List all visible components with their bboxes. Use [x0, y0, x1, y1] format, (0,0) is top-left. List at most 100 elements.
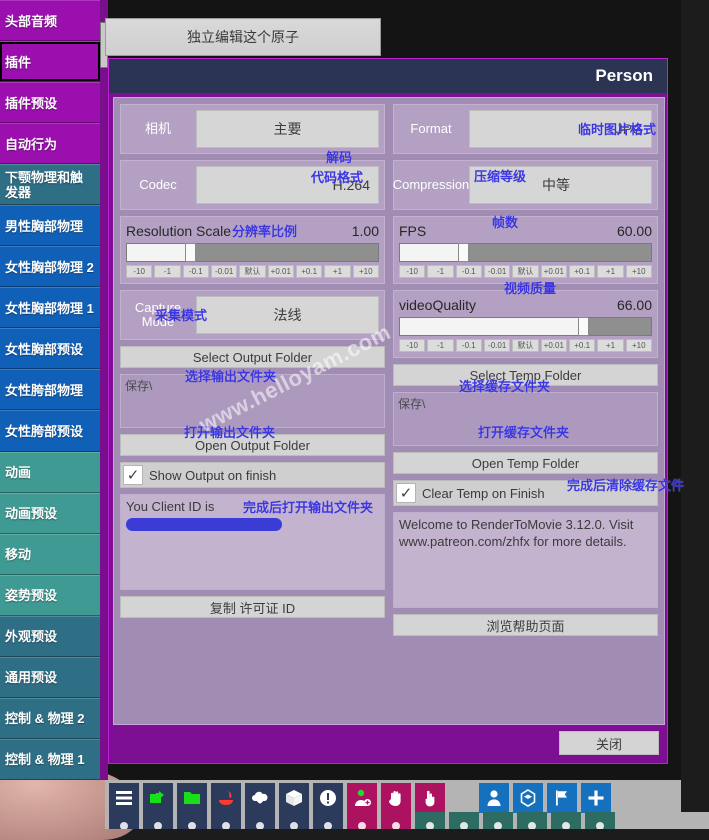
anchor-icon[interactable] — [109, 812, 139, 829]
cloud-download-icon[interactable] — [245, 783, 275, 813]
output-path-field[interactable]: 保存\ — [120, 374, 385, 428]
open-output-folder-button[interactable]: Open Output Folder — [120, 434, 385, 456]
stepper-button[interactable]: +10 — [626, 265, 652, 278]
sidebar-item-6[interactable]: 女性胸部物理 2 — [0, 246, 100, 287]
stepper-button[interactable]: +1 — [597, 265, 623, 278]
resolution-scale-slider[interactable] — [126, 243, 379, 262]
camera-select[interactable]: 主要 — [196, 110, 379, 148]
stepper-button[interactable]: 默认 — [512, 265, 538, 278]
sidebar-item-16[interactable]: 通用预设 — [0, 657, 100, 698]
stepper-button[interactable]: +1 — [597, 339, 623, 352]
sidebar-item-17[interactable]: 控制 & 物理 2 — [0, 698, 100, 739]
stepper-button[interactable]: -0.01 — [484, 265, 510, 278]
stepper-button[interactable]: +0.1 — [569, 265, 595, 278]
add-person-icon[interactable] — [347, 783, 377, 813]
stepper-button[interactable]: -1 — [154, 265, 180, 278]
stepper-button[interactable]: +10 — [353, 265, 379, 278]
stepper-button[interactable]: -0.01 — [211, 265, 237, 278]
edit-atom-button[interactable]: 独立编辑这个原子 — [105, 18, 381, 56]
plus-icon[interactable] — [581, 783, 611, 813]
mountain-icon[interactable] — [279, 812, 309, 829]
scissors-icon[interactable] — [585, 812, 615, 829]
temp-path-field[interactable]: 保存\ — [393, 392, 658, 446]
sidebar-item-9[interactable]: 女性胯部物理 — [0, 369, 100, 410]
figure-icon[interactable] — [347, 812, 377, 829]
stepper-button[interactable]: -10 — [399, 339, 425, 352]
sidebar-item-2[interactable]: 插件预设 — [0, 82, 100, 123]
stepper-button[interactable]: -10 — [399, 265, 425, 278]
stepper-button[interactable]: +0.01 — [541, 265, 567, 278]
sidebar-item-3[interactable]: 自动行为 — [0, 123, 100, 164]
fps-knob[interactable] — [458, 243, 469, 262]
warning-icon[interactable] — [313, 783, 343, 813]
sidebar-scrollbar[interactable] — [100, 0, 108, 780]
capture-mode-select[interactable]: 法线 — [196, 296, 379, 334]
sidebar-item-1[interactable]: 插件 — [0, 41, 100, 82]
folder-icon[interactable] — [177, 783, 207, 813]
close-button[interactable]: 关闭 — [559, 731, 659, 755]
clear-temp-checkbox[interactable]: ✓ — [396, 483, 416, 503]
sidebar-item-15[interactable]: 外观预设 — [0, 616, 100, 657]
stepper-button[interactable]: -0.1 — [456, 339, 482, 352]
stepper-button[interactable]: -0.1 — [456, 265, 482, 278]
show-output-checkbox[interactable]: ✓ — [123, 465, 143, 485]
video-quality-slider[interactable] — [399, 317, 652, 336]
sidebar-item-11[interactable]: 动画 — [0, 452, 100, 493]
fps-slider[interactable] — [399, 243, 652, 262]
play-icon[interactable] — [449, 812, 479, 829]
show-output-on-finish-row[interactable]: ✓ Show Output on finish — [120, 462, 385, 488]
stepper-button[interactable]: +0.01 — [268, 265, 294, 278]
clock-icon[interactable] — [483, 812, 513, 829]
stepper-button[interactable]: 默认 — [239, 265, 265, 278]
stepper-button[interactable]: -0.01 — [484, 339, 510, 352]
sidebar-item-13[interactable]: 移动 — [0, 534, 100, 575]
video-quality-knob[interactable] — [578, 317, 589, 336]
sidebar-item-0[interactable]: 头部音频 — [0, 0, 100, 41]
unity-icon[interactable] — [513, 783, 543, 813]
copy-license-id-button[interactable]: 复制 许可证 ID — [120, 596, 385, 618]
stepper-button[interactable]: -10 — [126, 265, 152, 278]
compression-select[interactable]: 中等 — [469, 166, 652, 204]
format-select[interactable]: JPG — [469, 110, 652, 148]
stepper-button[interactable]: -1 — [427, 265, 453, 278]
stepper-button[interactable]: +0.1 — [569, 339, 595, 352]
sidebar-item-4[interactable]: 下颚物理和触发器 — [0, 164, 100, 205]
codec-select[interactable]: H.264 — [196, 166, 379, 204]
sidebar-item-10[interactable]: 女性胯部预设 — [0, 410, 100, 451]
hair-icon[interactable] — [143, 812, 173, 829]
select-output-folder-button[interactable]: Select Output Folder — [120, 346, 385, 368]
stepper-button[interactable]: -1 — [427, 339, 453, 352]
hand-point-icon[interactable] — [415, 783, 445, 813]
person-icon[interactable] — [479, 783, 509, 813]
cursor-icon[interactable] — [517, 812, 547, 829]
stepper-button[interactable]: +0.01 — [541, 339, 567, 352]
stepper-button[interactable]: 默认 — [512, 339, 538, 352]
flag-icon[interactable] — [547, 783, 577, 813]
audio-icon[interactable] — [415, 812, 445, 829]
stepper-button[interactable]: +0.1 — [296, 265, 322, 278]
select-temp-folder-button[interactable]: Select Temp Folder — [393, 364, 658, 386]
clear-temp-on-finish-row[interactable]: ✓ Clear Temp on Finish — [393, 480, 658, 506]
pose-icon[interactable] — [381, 812, 411, 829]
sidebar-item-5[interactable]: 男性胸部物理 — [0, 205, 100, 246]
open-scene-icon[interactable] — [143, 783, 173, 813]
bed-icon[interactable] — [211, 812, 241, 829]
package-icon[interactable] — [279, 783, 309, 813]
menu-icon[interactable] — [109, 783, 139, 813]
sidebar-item-12[interactable]: 动画预设 — [0, 493, 100, 534]
light-icon[interactable] — [551, 812, 581, 829]
sidebar-item-8[interactable]: 女性胸部预设 — [0, 328, 100, 369]
screen-icon[interactable] — [313, 812, 343, 829]
save-scene-icon[interactable] — [211, 783, 241, 813]
sidebar-item-14[interactable]: 姿势预设 — [0, 575, 100, 616]
stepper-button[interactable]: +10 — [626, 339, 652, 352]
hand-grab-icon[interactable] — [381, 783, 411, 813]
open-temp-folder-button[interactable]: Open Temp Folder — [393, 452, 658, 474]
green-folder-icon[interactable] — [177, 812, 207, 829]
stepper-button[interactable]: -0.1 — [183, 265, 209, 278]
sidebar-item-18[interactable]: 控制 & 物理 1 — [0, 739, 100, 780]
browse-help-page-button[interactable]: 浏览帮助页面 — [393, 614, 658, 636]
stepper-button[interactable]: +1 — [324, 265, 350, 278]
sidebar-item-7[interactable]: 女性胸部物理 1 — [0, 287, 100, 328]
lamp-icon[interactable] — [245, 812, 275, 829]
